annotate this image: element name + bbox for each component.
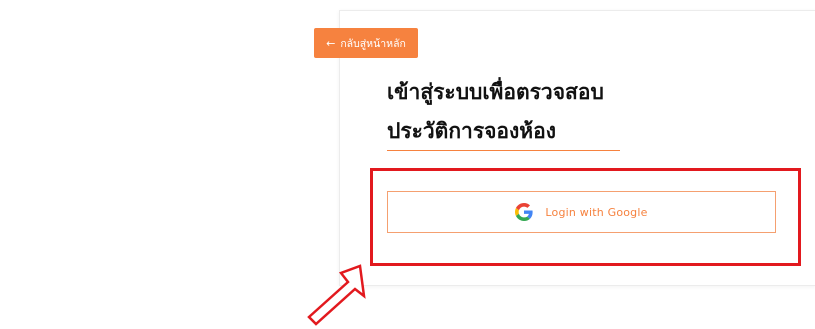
back-to-home-button[interactable]: ← กลับสู่หน้าหลัก: [314, 28, 418, 58]
annotation-arrow-icon: [307, 264, 366, 326]
back-button-label: กลับสู่หน้าหลัก: [340, 37, 406, 50]
page-title-line-2: ประวัติการจองห้อง: [387, 119, 556, 143]
login-page: ← กลับสู่หน้าหลัก เข้าสู่ระบบเพื่อตรวจสอ…: [0, 0, 815, 329]
title-underline: [387, 150, 620, 151]
arrow-left-icon: ←: [326, 36, 336, 50]
login-with-google-button[interactable]: Login with Google: [387, 191, 776, 233]
page-title: เข้าสู่ระบบเพื่อตรวจสอบ ประวัติการจองห้อ…: [387, 73, 604, 151]
page-title-line-1: เข้าสู่ระบบเพื่อตรวจสอบ: [387, 80, 604, 104]
google-icon: [515, 203, 534, 221]
google-login-label: Login with Google: [545, 205, 648, 219]
